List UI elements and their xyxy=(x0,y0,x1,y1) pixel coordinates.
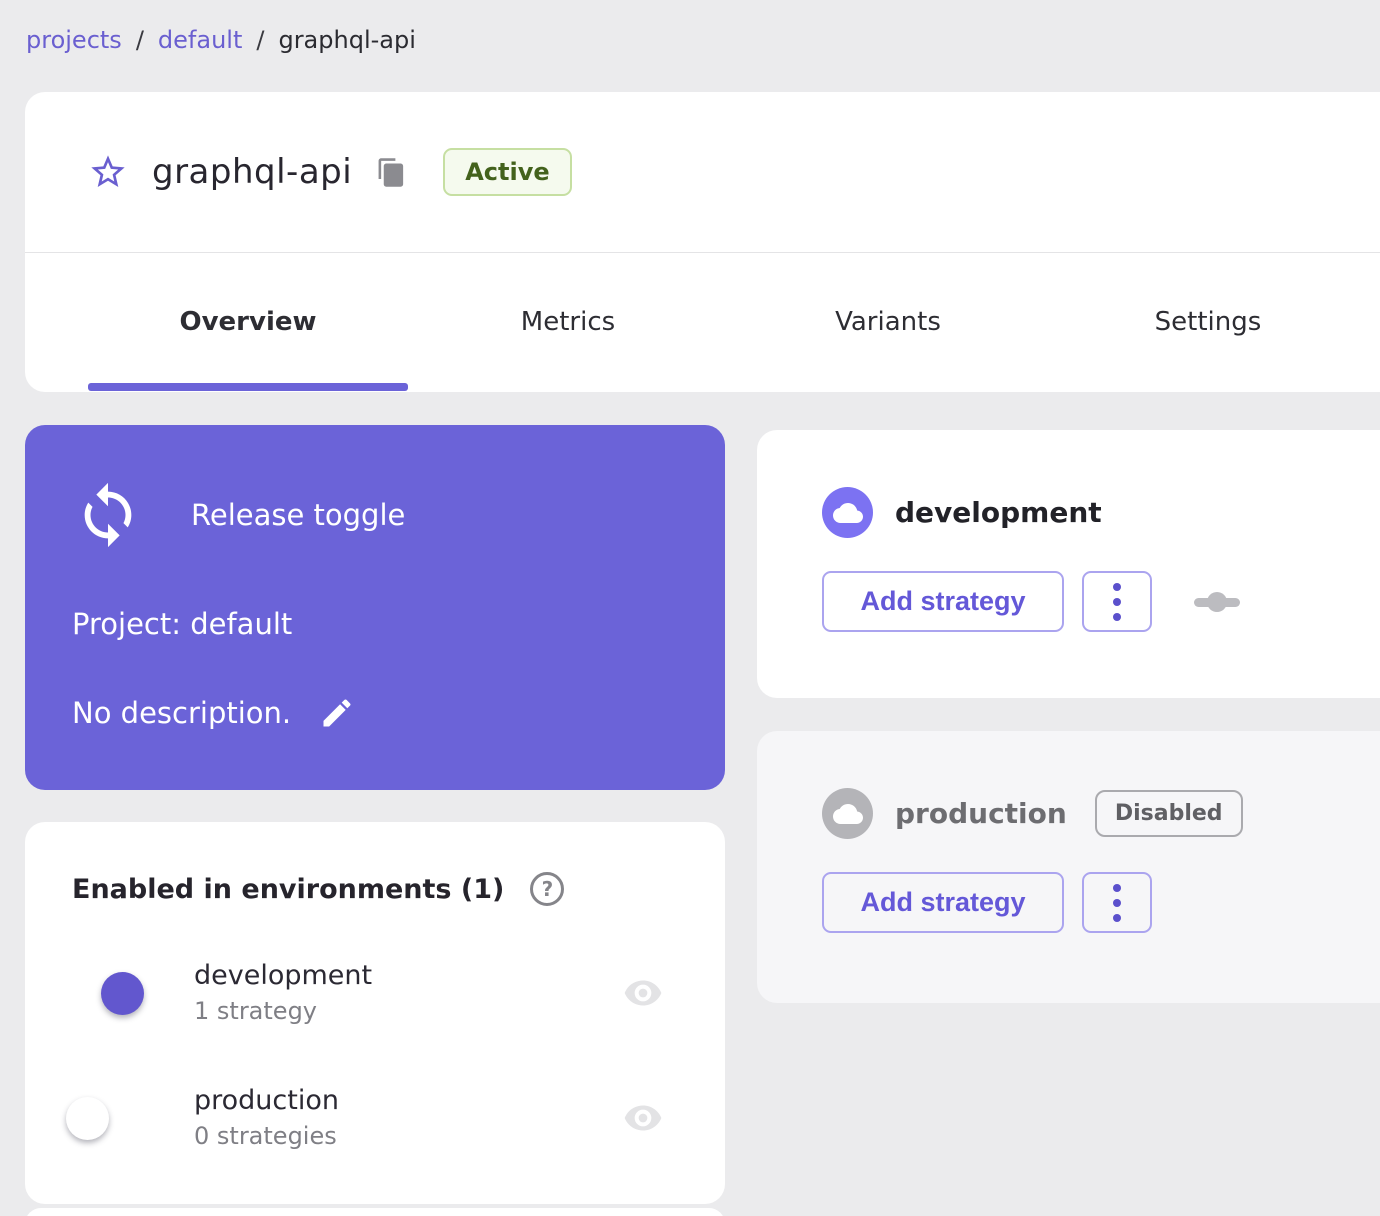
tab-label: Variants xyxy=(835,307,941,337)
kebab-dot xyxy=(1113,612,1121,621)
environment-actions: Add strategy xyxy=(822,571,1380,632)
toggle-thumb xyxy=(66,1096,109,1140)
environment-toggle-row-development: development 1 strategy xyxy=(72,960,678,1025)
help-icon[interactable]: ? xyxy=(530,872,565,906)
tab-label: Metrics xyxy=(520,307,616,337)
eye-icon[interactable] xyxy=(620,1098,666,1138)
active-tab-indicator xyxy=(88,383,408,391)
cloud-icon xyxy=(822,487,873,538)
feature-overview-card: Release toggle Project: default No descr… xyxy=(25,425,725,790)
environment-strategy-count: 0 strategies xyxy=(194,1122,337,1150)
environment-row-name: production xyxy=(194,1085,339,1116)
environment-row-name: development xyxy=(194,960,373,991)
breadcrumb-separator: / xyxy=(135,26,144,54)
environment-menu-button[interactable] xyxy=(1082,872,1152,933)
loop-arrows-icon xyxy=(73,480,143,550)
environment-row-text: production 0 strategies xyxy=(194,1085,339,1150)
environment-toggle-row-production: production 0 strategies xyxy=(66,1085,678,1150)
environment-card-production: production Disabled Add strategy xyxy=(757,731,1380,1003)
kebab-dot xyxy=(1113,597,1121,606)
feature-type-label: Release toggle xyxy=(191,498,406,532)
cloud-icon xyxy=(822,788,873,839)
breadcrumb-current: graphql-api xyxy=(278,26,416,54)
enabled-environments-header: Enabled in environments (1) ? xyxy=(72,872,678,906)
breadcrumb-link-default[interactable]: default xyxy=(158,26,242,54)
production-toggle[interactable] xyxy=(66,1096,138,1140)
slider-knob-icon xyxy=(1194,591,1240,612)
description-row: No description. xyxy=(72,693,357,733)
breadcrumb-separator: / xyxy=(256,26,265,54)
environment-card-development: development Add strategy xyxy=(757,430,1380,698)
environment-name: development xyxy=(895,496,1102,529)
kebab-dot xyxy=(1113,913,1121,922)
enabled-environments-title: Enabled in environments (1) xyxy=(72,873,505,905)
project-label: Project: default xyxy=(72,607,293,641)
kebab-dot xyxy=(1113,898,1121,907)
kebab-dot xyxy=(1113,582,1121,591)
development-toggle[interactable] xyxy=(72,971,144,1015)
environment-menu-button[interactable] xyxy=(1082,571,1152,632)
copy-icon[interactable] xyxy=(376,157,407,188)
tab-metrics[interactable]: Metrics xyxy=(408,253,728,391)
environment-actions: Add strategy xyxy=(822,872,1380,933)
page-title: graphql-api xyxy=(152,152,353,192)
toggle-thumb xyxy=(101,971,144,1015)
tab-bar: Overview Metrics Variants Settings xyxy=(25,253,1380,391)
add-strategy-button[interactable]: Add strategy xyxy=(822,872,1064,933)
favorite-star-icon[interactable] xyxy=(88,152,128,192)
next-card-partial xyxy=(25,1208,725,1216)
add-strategy-button[interactable]: Add strategy xyxy=(822,571,1064,632)
tab-label: Settings xyxy=(1154,307,1262,337)
feature-type-row: Release toggle xyxy=(73,480,405,550)
breadcrumb: projects / default / graphql-api xyxy=(26,26,416,54)
environment-name: production xyxy=(895,797,1067,830)
environment-header: production Disabled xyxy=(822,788,1380,839)
breadcrumb-link-projects[interactable]: projects xyxy=(26,26,122,54)
disabled-badge: Disabled xyxy=(1094,790,1243,837)
environment-strategy-count: 1 strategy xyxy=(194,997,317,1025)
status-badge: Active xyxy=(443,148,572,196)
environment-row-text: development 1 strategy xyxy=(194,960,372,1025)
tab-overview[interactable]: Overview xyxy=(88,253,408,391)
environment-header: development xyxy=(822,487,1380,538)
tab-variants[interactable]: Variants xyxy=(728,253,1048,391)
edit-description-button[interactable] xyxy=(317,693,357,733)
enabled-environments-card: Enabled in environments (1) ? developmen… xyxy=(25,822,725,1204)
eye-icon[interactable] xyxy=(620,973,666,1013)
description-text: No description. xyxy=(72,696,292,730)
feature-header-row: graphql-api Active xyxy=(25,92,1380,253)
feature-header-card: graphql-api Active Overview Metrics Vari… xyxy=(25,92,1380,392)
kebab-dot xyxy=(1113,883,1121,892)
tab-label: Overview xyxy=(179,307,317,337)
tab-settings[interactable]: Settings xyxy=(1048,253,1368,391)
